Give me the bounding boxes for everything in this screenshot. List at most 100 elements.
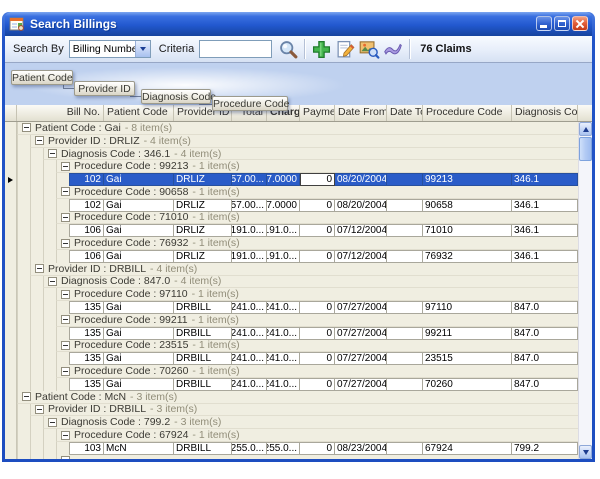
- cell[interactable]: Gai: [104, 173, 174, 186]
- cell[interactable]: [387, 301, 423, 314]
- row-indicator[interactable]: [5, 186, 17, 199]
- cell[interactable]: 0: [300, 199, 335, 212]
- row-indicator[interactable]: [5, 429, 17, 442]
- table-row[interactable]: 106GaiDRLIZ191.0...191.0...007/12/200476…: [5, 250, 578, 263]
- group-cell[interactable]: Procedure Code : 71010- 1 item(s): [56, 212, 578, 225]
- cell[interactable]: DRBILL: [174, 301, 232, 314]
- close-button[interactable]: [572, 16, 588, 31]
- group-row[interactable]: Procedure Code : 90658- 1 item(s): [5, 186, 578, 199]
- cell[interactable]: 23515: [423, 352, 512, 365]
- group-cell[interactable]: Procedure Code : 23515- 1 item(s): [56, 340, 578, 353]
- collapse-icon[interactable]: [61, 290, 70, 299]
- row-indicator[interactable]: [5, 352, 17, 365]
- table-row[interactable]: 102GaiDRLIZ57.00...57.0000008/20/2004992…: [5, 173, 578, 186]
- cell[interactable]: 102: [69, 199, 104, 212]
- cell[interactable]: 07/27/2004: [335, 301, 387, 314]
- group-row[interactable]: Procedure Code : 76932- 1 item(s): [5, 237, 578, 250]
- vertical-scrollbar[interactable]: [578, 122, 592, 459]
- cell[interactable]: Gai: [104, 352, 174, 365]
- row-indicator[interactable]: [5, 135, 17, 148]
- row-indicator[interactable]: [5, 391, 17, 404]
- row-indicator[interactable]: [5, 263, 17, 276]
- collapse-icon[interactable]: [48, 149, 57, 158]
- cell[interactable]: Gai: [104, 301, 174, 314]
- cell[interactable]: 07/27/2004: [335, 327, 387, 340]
- cell[interactable]: 99211: [423, 327, 512, 340]
- collapse-icon[interactable]: [61, 341, 70, 350]
- cell[interactable]: [387, 199, 423, 212]
- cell[interactable]: DRLIZ: [174, 173, 232, 186]
- cell[interactable]: 07/27/2004: [335, 352, 387, 365]
- add-button[interactable]: [310, 38, 332, 60]
- group-cell[interactable]: Diagnosis Code : 847.0- 4 item(s): [43, 276, 578, 289]
- group-row[interactable]: Provider ID : DRBILL- 3 item(s): [5, 404, 578, 417]
- header-cell[interactable]: Date From: [335, 105, 387, 121]
- row-indicator[interactable]: [5, 160, 17, 173]
- cell[interactable]: 847.0: [512, 352, 578, 365]
- group-row[interactable]: Diagnosis Code : 847.0- 4 item(s): [5, 276, 578, 289]
- scroll-thumb[interactable]: [579, 137, 592, 161]
- edit-button[interactable]: [334, 38, 356, 60]
- group-cell[interactable]: Diagnosis Code : 799.2- 3 item(s): [43, 416, 578, 429]
- group-row[interactable]: Diagnosis Code : 799.2- 3 item(s): [5, 416, 578, 429]
- cell[interactable]: [387, 173, 423, 186]
- cell[interactable]: 346.1: [512, 199, 578, 212]
- group-row[interactable]: Procedure Code : 97110- 1 item(s): [5, 288, 578, 301]
- cell[interactable]: 241.0...: [267, 352, 300, 365]
- header-cell[interactable]: Payme...: [300, 105, 335, 121]
- group-chip-diagnosis-code[interactable]: Diagnosis Code: [141, 89, 211, 104]
- group-cell[interactable]: Provider ID : DRBILL- 3 item(s): [30, 404, 578, 417]
- group-row[interactable]: Procedure Code : 70260- 1 item(s): [5, 365, 578, 378]
- table-row[interactable]: 135GaiDRBILL241.0...241.0...007/27/20042…: [5, 352, 578, 365]
- group-cell[interactable]: Procedure Code : 70260- 1 item(s): [56, 365, 578, 378]
- cell[interactable]: 241.0...: [267, 301, 300, 314]
- cell[interactable]: 99213: [423, 173, 512, 186]
- cell[interactable]: 255.0...: [232, 442, 267, 455]
- row-indicator[interactable]: [5, 327, 17, 340]
- row-indicator[interactable]: [5, 250, 17, 263]
- cell[interactable]: Gai: [104, 327, 174, 340]
- group-chip-procedure-code[interactable]: Procedure Code: [212, 96, 288, 111]
- cell[interactable]: 799.2: [512, 442, 578, 455]
- cell[interactable]: 135: [69, 378, 104, 391]
- cell[interactable]: 241.0...: [232, 327, 267, 340]
- row-indicator[interactable]: [5, 199, 17, 212]
- scroll-down-button[interactable]: [579, 445, 592, 459]
- cell[interactable]: 70260: [423, 378, 512, 391]
- row-indicator[interactable]: [5, 365, 17, 378]
- row-indicator[interactable]: [5, 173, 17, 186]
- cell[interactable]: 71010: [423, 224, 512, 237]
- row-indicator[interactable]: [5, 340, 17, 353]
- cell[interactable]: 255.0...: [267, 442, 300, 455]
- row-indicator[interactable]: [5, 301, 17, 314]
- cell[interactable]: 241.0...: [267, 378, 300, 391]
- table-row[interactable]: 106GaiDRLIZ191.0...191.0...007/12/200471…: [5, 224, 578, 237]
- cell[interactable]: [387, 442, 423, 455]
- group-row[interactable]: Diagnosis Code : 346.1- 4 item(s): [5, 148, 578, 161]
- scrub-button[interactable]: [382, 38, 404, 60]
- payment-editor-cell[interactable]: 0: [300, 173, 335, 186]
- cell[interactable]: 191.0...: [267, 224, 300, 237]
- table-row[interactable]: 135GaiDRBILL241.0...241.0...007/27/20049…: [5, 301, 578, 314]
- cell[interactable]: 847.0: [512, 327, 578, 340]
- cell[interactable]: 97110: [423, 301, 512, 314]
- group-cell[interactable]: Procedure Code : 97110- 1 item(s): [56, 288, 578, 301]
- row-indicator[interactable]: [5, 224, 17, 237]
- cell[interactable]: 07/27/2004: [335, 378, 387, 391]
- title-bar[interactable]: Search Billings: [5, 12, 592, 36]
- cell[interactable]: [387, 327, 423, 340]
- collapse-icon[interactable]: [48, 418, 57, 427]
- collapse-icon[interactable]: [48, 277, 57, 286]
- group-row[interactable]: Provider ID : DRBILL- 4 item(s): [5, 263, 578, 276]
- cell[interactable]: DRBILL: [174, 442, 232, 455]
- cell[interactable]: 346.1: [512, 173, 578, 186]
- collapse-icon[interactable]: [61, 187, 70, 196]
- cell[interactable]: 57.0000: [267, 199, 300, 212]
- cell[interactable]: 67924: [423, 442, 512, 455]
- cell[interactable]: 57.00...: [232, 173, 267, 186]
- group-row[interactable]: Procedure Code : 99211- 1 item(s): [5, 314, 578, 327]
- table-row[interactable]: 102GaiDRLIZ57.00...57.0000008/20/2004906…: [5, 199, 578, 212]
- row-indicator[interactable]: [5, 378, 17, 391]
- group-row[interactable]: Patient Code : Gai- 8 item(s): [5, 122, 578, 135]
- cell[interactable]: 346.1: [512, 250, 578, 263]
